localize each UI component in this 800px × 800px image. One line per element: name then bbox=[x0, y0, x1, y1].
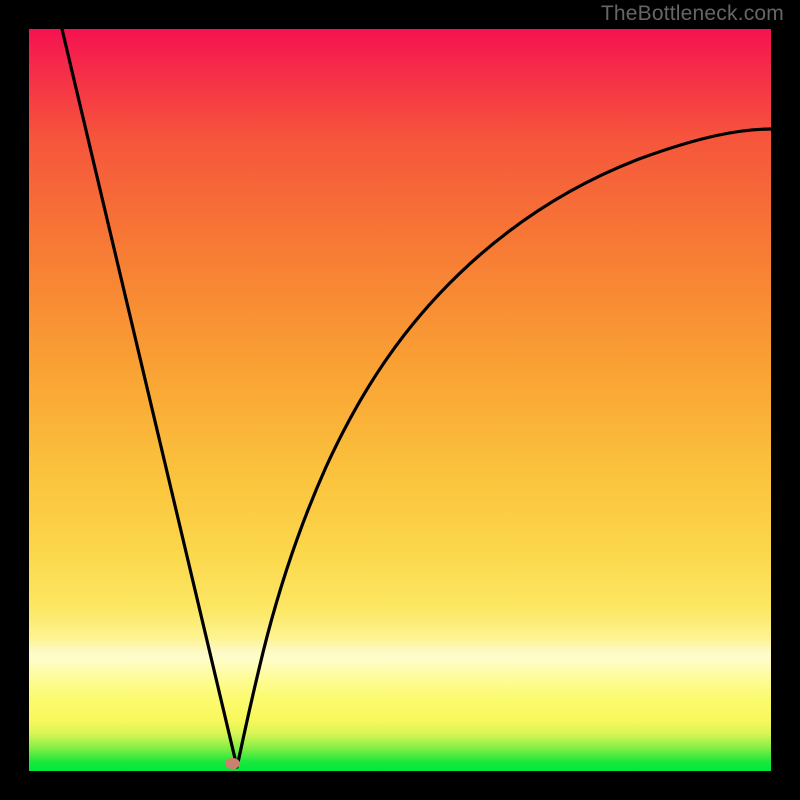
curve-left-branch bbox=[62, 29, 237, 767]
chart-frame: TheBottleneck.com bbox=[0, 0, 800, 800]
plot-area bbox=[29, 29, 771, 771]
minimum-marker bbox=[225, 758, 240, 769]
bottleneck-curve bbox=[29, 29, 771, 771]
curve-right-branch bbox=[237, 129, 771, 767]
watermark-text: TheBottleneck.com bbox=[601, 2, 784, 26]
